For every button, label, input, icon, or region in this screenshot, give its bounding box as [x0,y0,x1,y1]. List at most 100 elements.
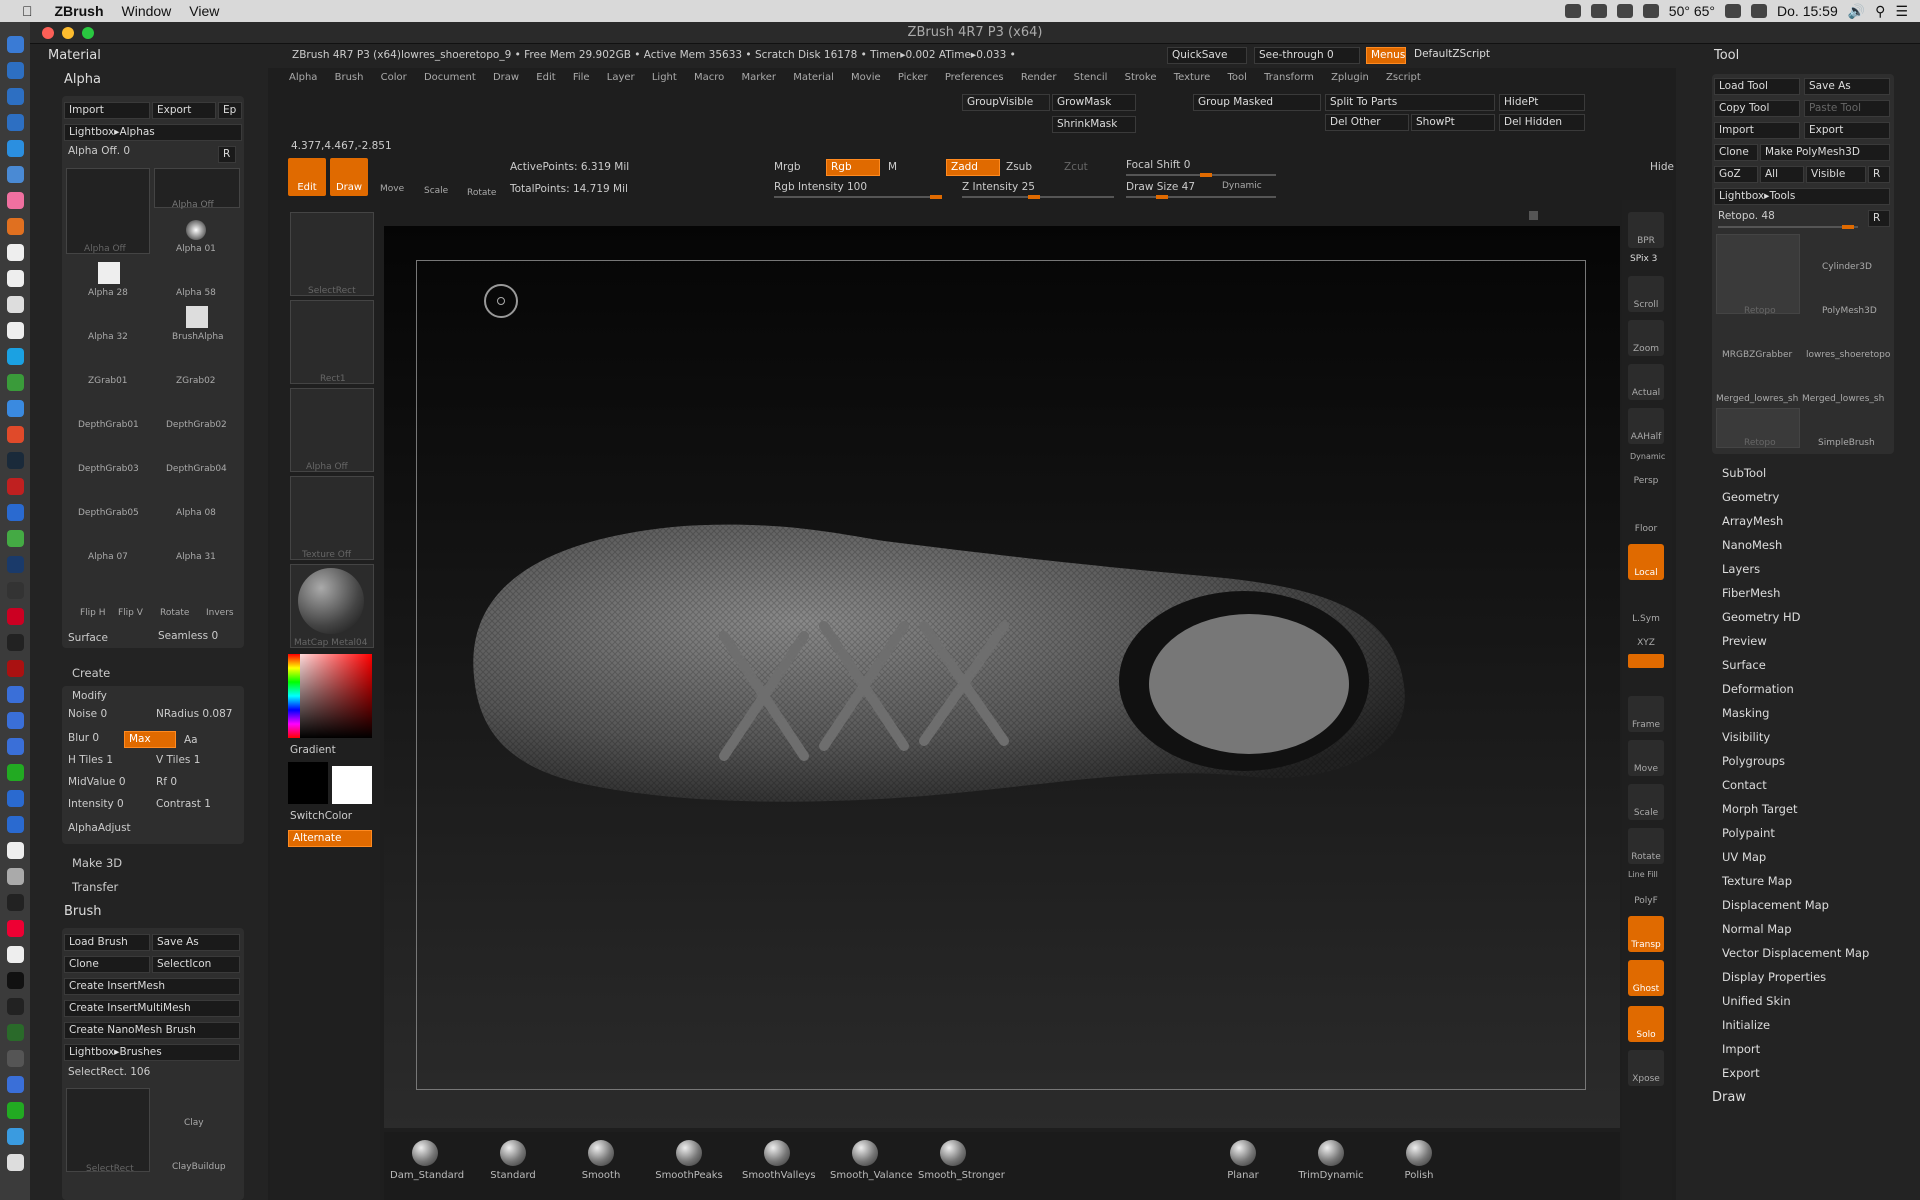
tool-menu-masking[interactable]: Masking [1722,706,1769,720]
grow-mask-button[interactable]: GrowMask [1052,94,1136,111]
z-intensity-slider[interactable]: Z Intensity 25 [962,181,1035,193]
app-icon[interactable] [7,1102,24,1119]
paste-tool-button[interactable]: Paste Tool [1804,100,1890,117]
tool-slider[interactable]: Retopo. 48 [1718,210,1775,222]
create-insertmesh-button[interactable]: Create InsertMesh [64,978,240,995]
aa-button[interactable]: Aa [184,734,198,746]
see-through-slider[interactable]: See-through 0 [1254,47,1360,64]
intensity-slider[interactable]: Intensity 0 [68,798,124,810]
status-tray-icon[interactable] [1564,4,1581,18]
tool-menu-morph-target[interactable]: Morph Target [1722,802,1798,816]
tool-save-as-button[interactable]: Save As [1804,78,1890,95]
ghost-button[interactable]: Ghost [1628,960,1664,996]
menu-render[interactable]: Render [1021,72,1057,83]
alpha-shelf-button[interactable] [290,388,374,472]
trash-icon[interactable] [7,1154,24,1171]
lightbox-brushes-button[interactable]: Lightbox▸Brushes [64,1044,240,1061]
menu-material[interactable]: Material [793,72,834,83]
app-icon[interactable] [7,894,24,911]
menu-edit[interactable]: Edit [536,72,555,83]
bpr-button[interactable]: BPR [1628,212,1664,248]
tool-menu-layers[interactable]: Layers [1722,562,1760,576]
menu-stencil[interactable]: Stencil [1074,72,1108,83]
switchcolor-button[interactable]: SwitchColor [290,810,352,822]
material-header[interactable]: Material [48,48,101,63]
skype-icon[interactable] [7,348,24,365]
retopo-tool-thumb[interactable] [1716,234,1800,314]
brush-size-slider[interactable]: SelectRect. 106 [68,1066,150,1078]
tool-menu-display-properties[interactable]: Display Properties [1722,970,1826,984]
tool-menu-deformation[interactable]: Deformation [1722,682,1794,696]
app-icon[interactable] [7,400,24,417]
lightbox-alphas-button[interactable]: Lightbox▸Alphas [64,124,242,141]
app-icon[interactable] [7,764,24,781]
zsub-button[interactable]: Zsub [1006,161,1032,173]
split-to-parts-button[interactable]: Split To Parts [1325,94,1495,111]
del-hidden-button[interactable]: Del Hidden [1499,114,1585,131]
scale-button[interactable]: Scale [1628,784,1664,820]
chrome-icon[interactable] [7,426,24,443]
group-masked-button[interactable]: Group Masked [1193,94,1321,111]
draw-palette-header[interactable]: Draw [1712,1090,1746,1105]
brush-save-as-button[interactable]: Save As [152,934,240,951]
make-polymesh-button[interactable]: Make PolyMesh3D [1760,144,1890,161]
create-nanomesh-button[interactable]: Create NanoMesh Brush [64,1022,240,1039]
menu-color[interactable]: Color [381,72,407,83]
transfer-subpalette[interactable]: Transfer [72,880,118,894]
tool-menu-geometry[interactable]: Geometry [1722,490,1779,504]
zoom-window-button[interactable] [82,27,94,39]
texture-shelf-button[interactable] [290,476,374,560]
zcut-button[interactable]: Zcut [1064,161,1088,173]
finder-icon[interactable] [7,36,24,53]
brush-dam-standard[interactable]: Dam_Standard [390,1140,464,1181]
brush-clone-button[interactable]: Clone [64,956,150,973]
app-icon[interactable] [7,816,24,833]
temperature-readout[interactable]: 50° 65° [1669,3,1715,19]
app-menu[interactable]: ZBrush [55,3,104,19]
alpha-off-slider[interactable]: Alpha Off. 0 [68,145,130,157]
notifications-icon[interactable]: ☰ [1895,3,1908,20]
xyz-button[interactable]: XYZ [1628,614,1664,650]
tool-import-button[interactable]: Import [1714,122,1800,139]
document-canvas[interactable] [384,226,1620,1128]
persp-button[interactable]: Persp [1628,452,1664,488]
color-picker[interactable] [288,654,372,738]
zadd-button[interactable]: Zadd [946,159,1000,176]
photoshop-icon[interactable] [7,556,24,573]
shrink-mask-button[interactable]: ShrinkMask [1052,116,1136,133]
app-icon[interactable] [7,322,24,339]
menu-stroke[interactable]: Stroke [1125,72,1157,83]
rgb-button[interactable]: Rgb [826,159,880,176]
menus-toggle[interactable]: Menus [1366,47,1406,64]
shoe-model[interactable] [444,426,1464,826]
lightbox-tools-button[interactable]: Lightbox▸Tools [1714,188,1890,205]
rf-slider[interactable]: Rf 0 [156,776,177,788]
app-icon[interactable] [7,920,24,937]
alpha-rotate-button[interactable]: Rotate [160,608,189,618]
rgb-intensity-track[interactable] [774,195,942,199]
tool-clone-button[interactable]: Clone [1714,144,1758,161]
app-icon[interactable] [7,166,24,183]
aahalf-button[interactable]: AAHalf [1628,408,1664,444]
app-icon[interactable] [7,946,24,963]
app-icon[interactable] [7,842,24,859]
alpha-01-thumb[interactable] [186,220,206,240]
brush-polish[interactable]: Polish [1384,1140,1454,1181]
flip-v-button[interactable]: Flip V [118,608,143,618]
tool-menu-arraymesh[interactable]: ArrayMesh [1722,514,1783,528]
menu-view[interactable]: View [189,3,219,19]
cloud-icon[interactable] [1616,4,1633,18]
app-icon[interactable] [7,686,24,703]
app-icon[interactable] [7,374,24,391]
brush-smooth-valleys[interactable]: SmoothValleys [742,1140,816,1181]
move-mode-button[interactable]: Move [380,184,404,194]
v-tiles-slider[interactable]: V Tiles 1 [156,754,200,766]
notes-icon[interactable] [7,270,24,287]
claybuildup-brush-label[interactable]: ClayBuildup [172,1162,226,1172]
tool-menu-export[interactable]: Export [1722,1066,1760,1080]
app-icon[interactable] [7,634,24,651]
local-button[interactable]: Local [1628,544,1664,580]
alpha-import-button[interactable]: Import [64,102,150,119]
hue-strip[interactable] [288,654,300,738]
frame-button[interactable]: Frame [1628,696,1664,732]
